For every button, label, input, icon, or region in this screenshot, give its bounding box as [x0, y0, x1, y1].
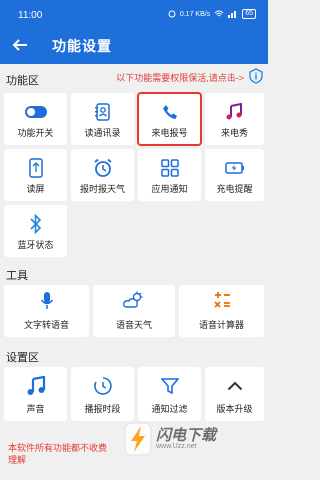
- tile-label: 充电提醒: [216, 184, 253, 194]
- setting-sound[interactable]: 声音: [4, 367, 67, 421]
- screen-read-icon: [28, 158, 43, 178]
- tool-label: 文字转语音: [23, 320, 69, 330]
- tile-screen-read[interactable]: 读屏: [4, 149, 67, 201]
- tile-label: 读通讯录: [84, 128, 121, 138]
- tile-label: 蓝牙状态: [17, 240, 54, 250]
- setting-broadcast-period[interactable]: 播报时段: [71, 367, 134, 421]
- toggle-icon: [24, 106, 47, 118]
- tile-bluetooth-status[interactable]: 蓝牙状态: [4, 205, 67, 257]
- music-note-icon: [27, 376, 45, 395]
- tile-caller-announce[interactable]: 来电报号: [137, 92, 202, 146]
- status-icons: 0.17 KB/s 65: [168, 9, 256, 19]
- wifi-icon: [214, 10, 224, 17]
- grid-apps-icon: [160, 159, 179, 177]
- setting-label: 版本升级: [216, 404, 253, 414]
- shield-info-icon[interactable]: [248, 68, 264, 84]
- alarm-status-icon: [168, 10, 176, 18]
- alarm-clock-icon: [93, 158, 112, 177]
- setting-label: 播报时段: [84, 404, 121, 414]
- tool-voice-weather[interactable]: 语音天气: [93, 285, 175, 337]
- weather-icon: [123, 291, 143, 308]
- contacts-icon: [94, 103, 110, 121]
- tile-time-weather[interactable]: 报时报天气: [71, 149, 134, 201]
- tile-label: 读屏: [26, 184, 45, 194]
- status-time: 11:00: [18, 10, 43, 21]
- setting-label: 声音: [26, 404, 45, 414]
- bluetooth-icon: [29, 214, 41, 234]
- section-functions-label: 功能区: [6, 75, 39, 87]
- setting-label: 通知过滤: [151, 404, 188, 414]
- lightning-logo-icon: [124, 422, 152, 456]
- section-tools-label: 工具: [6, 270, 28, 282]
- tile-label: 来电秀: [220, 128, 248, 138]
- tile-read-contacts[interactable]: 读通讯录: [71, 93, 134, 145]
- tool-label: 语音天气: [115, 320, 152, 330]
- back-arrow-icon[interactable]: [10, 35, 30, 55]
- setting-version-upgrade[interactable]: 版本升级: [205, 367, 264, 421]
- filter-icon: [160, 378, 179, 395]
- watermark-url: www.Uzz.net: [156, 443, 197, 450]
- chevron-up-icon: [227, 381, 242, 391]
- tool-text-to-speech[interactable]: 文字转语音: [4, 285, 89, 337]
- header: 11:00 0.17 KB/s 65 功能设置: [0, 0, 268, 64]
- tile-label: 来电报号: [151, 128, 188, 138]
- watermark-title: 闪电下载: [156, 427, 217, 444]
- phone-icon: [162, 105, 177, 119]
- watermark: 闪电下载 www.Uzz.net: [124, 420, 264, 460]
- tile-label: 报时报天气: [79, 184, 125, 194]
- network-speed: 0.17 KB/s: [179, 10, 211, 18]
- tile-function-switch[interactable]: 功能开关: [4, 93, 67, 145]
- tool-voice-calculator[interactable]: 语音计算器: [179, 285, 264, 337]
- permission-notice[interactable]: 以下功能需要权限保活,请点击->: [116, 71, 244, 84]
- tile-caller-show[interactable]: 来电秀: [205, 93, 264, 145]
- tile-label: 功能开关: [17, 128, 54, 138]
- tile-app-notification[interactable]: 应用通知: [138, 149, 201, 201]
- section-settings-label: 设置区: [6, 352, 39, 364]
- status-bar: 11:00 0.17 KB/s 65: [0, 0, 268, 28]
- battery-charge-icon: [224, 162, 244, 174]
- app-bar: 功能设置: [0, 28, 268, 64]
- calculator-icon: [213, 292, 230, 308]
- battery-indicator: 65: [242, 9, 256, 19]
- signal-icon: [228, 11, 237, 18]
- page-title: 功能设置: [52, 38, 112, 54]
- setting-notification-filter[interactable]: 通知过滤: [138, 367, 201, 421]
- tool-label: 语音计算器: [198, 320, 244, 330]
- music-icon: [226, 103, 242, 120]
- microphone-icon: [40, 292, 53, 309]
- time-range-icon: [93, 377, 112, 395]
- tile-charge-reminder[interactable]: 充电提醒: [205, 149, 264, 201]
- tile-label: 应用通知: [151, 184, 188, 194]
